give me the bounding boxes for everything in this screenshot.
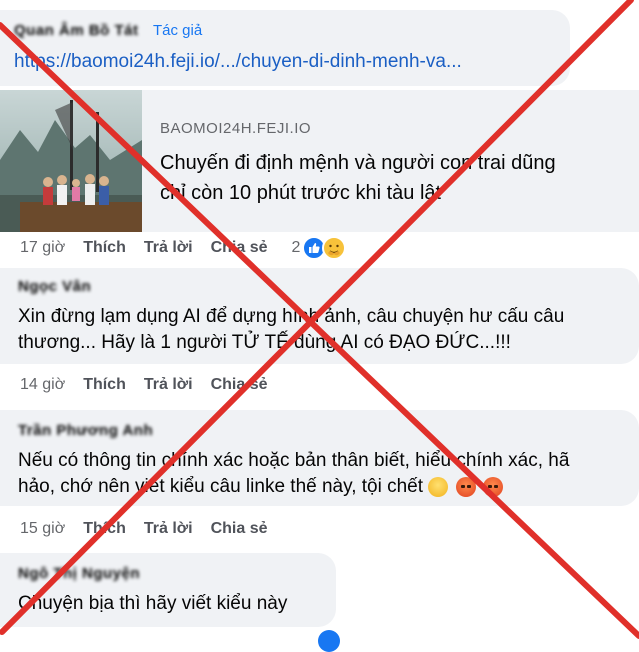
comment-time[interactable]: 14 giờ [20, 376, 65, 394]
care-reaction-icon [322, 236, 347, 260]
comment-author[interactable]: Ngọc Vân [18, 278, 91, 295]
comment-actions: 14 giờ Thích Trả lời Chia sẻ [20, 376, 268, 394]
post-time[interactable]: 17 giờ [20, 239, 65, 257]
comment-bubble: Trần Phương Anh Nếu có thông tin chính x… [0, 410, 639, 506]
avatar [318, 630, 340, 652]
share-button[interactable]: Chia sẻ [211, 376, 268, 394]
link-preview-card[interactable]: BAOMOI24H.FEJI.IO Chuyến đi định mệnh và… [0, 90, 639, 232]
comment-text: Chuyện bịa thì hãy viết kiểu này [18, 593, 288, 614]
post-bubble: Quan Âm Bồ Tát Tác giả https://baomoi24h… [0, 10, 570, 86]
comment-text-line2: hảo, chớ nên viết kiểu câu linke thế này… [18, 476, 424, 497]
reaction-summary[interactable]: 2 [292, 236, 347, 260]
post-author[interactable]: Quan Âm Bồ Tát [14, 22, 139, 39]
sad-emoji-icon [428, 476, 449, 497]
angry-emoji-icon [482, 476, 503, 497]
comment-text: Nếu có thông tin chính xác hoặc bản thân… [18, 448, 569, 500]
reply-button[interactable]: Trả lời [144, 520, 193, 538]
like-button[interactable]: Thích [83, 520, 126, 538]
comment-bubble: Ngô Thị Nguyện Chuyện bịa thì hãy viết k… [0, 553, 336, 627]
author-badge: Tác giả [152, 22, 203, 39]
comment-text-line1: Xin đừng lạm dụng AI để dựng hình ảnh, c… [18, 306, 565, 327]
reply-button[interactable]: Trả lời [144, 376, 193, 394]
comment-text: Xin đừng lạm dụng AI để dựng hình ảnh, c… [18, 304, 564, 356]
preview-title-line1: Chuyến đi định mệnh và người con trai dũ… [160, 152, 556, 174]
comment-actions: 15 giờ Thích Trả lời Chia sẻ [20, 520, 268, 538]
like-button[interactable]: Thích [83, 239, 126, 257]
reaction-count: 2 [291, 239, 301, 256]
preview-domain: BAOMOI24H.FEJI.IO [160, 120, 312, 137]
comment-text-line2: thương... Hãy là 1 người TỬ TẾ dùng AI c… [18, 332, 511, 353]
post-link[interactable]: https://baomoi24h.feji.io/.../chuyen-di-… [14, 51, 462, 73]
comment-bubble: Ngọc Vân Xin đừng lạm dụng AI để dựng hì… [0, 268, 639, 364]
like-button[interactable]: Thích [83, 376, 126, 394]
comment-text-line1: Nếu có thông tin chính xác hoặc bản thân… [18, 450, 570, 471]
reply-button[interactable]: Trả lời [144, 239, 193, 257]
share-button[interactable]: Chia sẻ [211, 520, 268, 538]
post-actions: 17 giờ Thích Trả lời Chia sẻ 2 [20, 236, 347, 260]
comment-time[interactable]: 15 giờ [20, 520, 65, 538]
comment-text-line2-row: hảo, chớ nên viết kiểu câu linke thế này… [18, 474, 569, 500]
angry-emoji-icon [455, 476, 476, 497]
comment-author[interactable]: Trần Phương Anh [18, 422, 153, 439]
share-button[interactable]: Chia sẻ [211, 239, 268, 257]
preview-title[interactable]: Chuyến đi định mệnh và người con trai dũ… [160, 148, 556, 208]
preview-thumbnail [0, 90, 142, 232]
preview-title-line2: chỉ còn 10 phút trước khi tàu lật [160, 182, 442, 204]
comment-author[interactable]: Ngô Thị Nguyện [18, 565, 140, 582]
